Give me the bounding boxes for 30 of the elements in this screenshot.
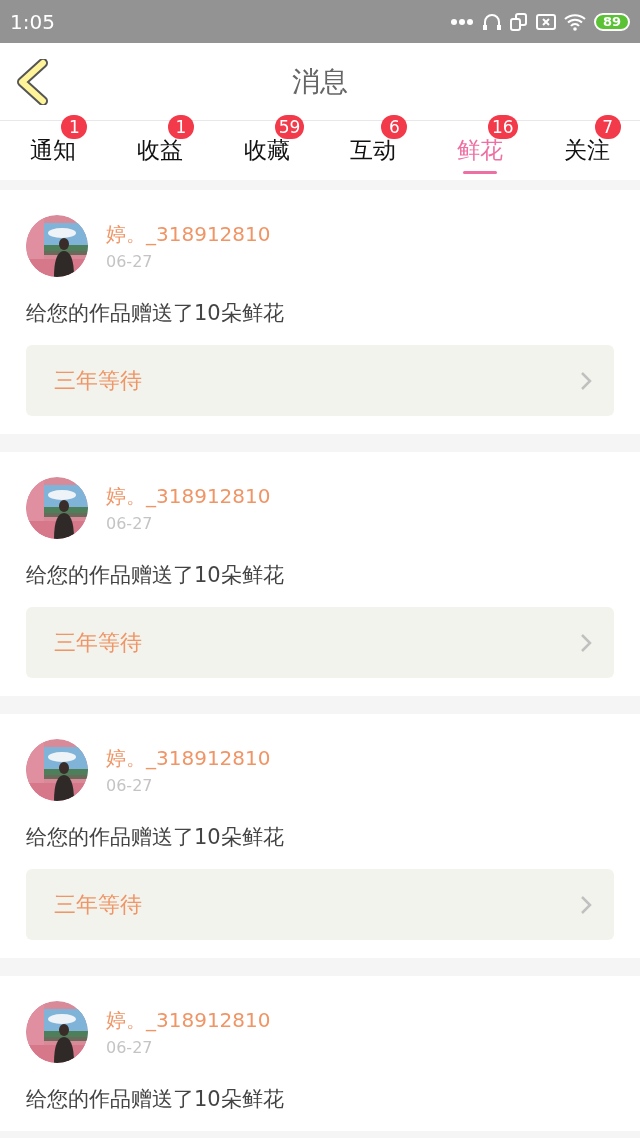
count-badge: 1 — [168, 115, 194, 139]
user-name: 婷。_318912810 — [106, 745, 271, 772]
chevron-right-icon — [580, 632, 592, 653]
message-date: 06-27 — [106, 514, 154, 533]
chevron-right-icon — [580, 894, 592, 915]
message-date: 06-27 — [106, 1038, 154, 1057]
more-dots-icon — [450, 17, 474, 26]
count-badge: 1 — [61, 115, 88, 139]
user-name: 婷。_318912810 — [106, 483, 271, 510]
user-name: 婷。_318912810 — [106, 1007, 271, 1034]
chevron-right-icon — [580, 370, 592, 391]
count-badge: 6 — [381, 115, 408, 139]
wifi-icon — [564, 12, 586, 31]
count-badge: 59 — [274, 115, 305, 139]
message-text: 给您的作品赠送了10朵鲜花 — [26, 562, 285, 589]
message-text: 给您的作品赠送了10朵鲜花 — [26, 824, 285, 851]
message-text: 给您的作品赠送了10朵鲜花 — [26, 300, 285, 327]
dual-sim-icon — [510, 12, 528, 31]
count-badge: 16 — [488, 115, 518, 139]
user-name: 婷。_318912810 — [106, 221, 271, 248]
count-badge: 7 — [594, 115, 621, 139]
status-time: 1:05 — [10, 9, 56, 34]
no-sim-icon — [536, 13, 556, 30]
message-text: 给您的作品赠送了10朵鲜花 — [26, 1086, 285, 1113]
back-icon[interactable] — [16, 59, 48, 105]
headphones-icon — [482, 11, 502, 32]
page-title: 消息 — [291, 63, 349, 100]
message-date: 06-27 — [106, 776, 154, 795]
message-date: 06-27 — [106, 252, 154, 271]
battery-level: 89 — [594, 12, 630, 31]
